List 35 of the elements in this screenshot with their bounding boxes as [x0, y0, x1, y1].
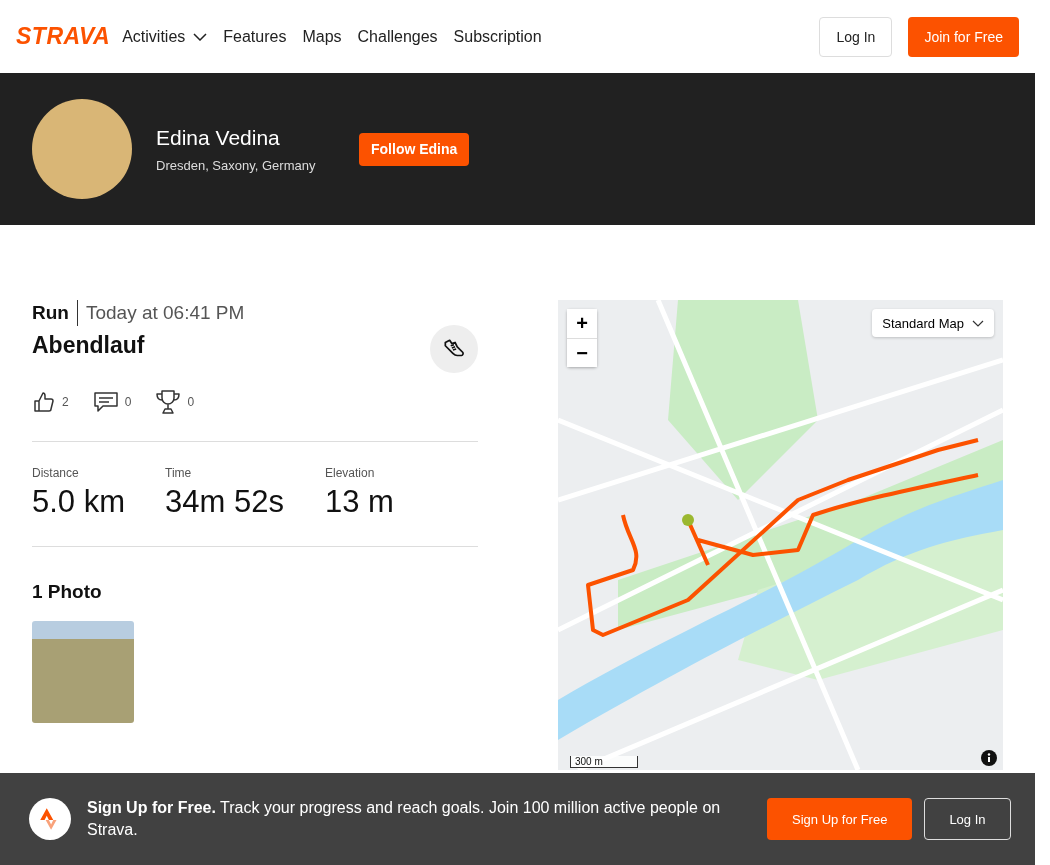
stat-value: 13 m: [325, 484, 394, 520]
comment-count: 0: [124, 395, 132, 409]
info-icon[interactable]: [981, 750, 997, 766]
activity-title: Abendlauf: [32, 332, 146, 359]
achievement-count: 0: [187, 395, 195, 409]
banner-message: Sign Up for Free. Track your progress and reach goals. Join 100 million active people on Strava.: [87, 798, 722, 840]
shoe-icon: [430, 325, 478, 373]
banner-login-button[interactable]: Log In: [924, 798, 1011, 840]
thumbs-up-icon[interactable]: [32, 390, 56, 414]
comment-icon[interactable]: [92, 390, 119, 414]
stat-label: Elevation: [325, 466, 376, 480]
chevron-down-icon: [972, 319, 984, 327]
kudos-count: 2: [62, 395, 69, 409]
stat-value: 5.0 km: [32, 484, 127, 520]
zoom-out-button[interactable]: −: [567, 338, 597, 367]
athlete-location: Dresden, Saxony, Germany: [156, 157, 317, 173]
nav-link[interactable]: Features: [223, 27, 287, 46]
trophy-icon[interactable]: [155, 389, 182, 415]
nav-link[interactable]: Subscription: [453, 27, 542, 46]
nav-link[interactable]: Challenges: [357, 27, 438, 46]
activity-time: Today at 06:41 PM: [85, 302, 245, 324]
photos-heading: 1 Photo: [32, 581, 103, 603]
stat-label: Distance: [32, 466, 80, 480]
map-scale: 300 m: [570, 756, 638, 768]
stat-value: 34m 52s: [165, 484, 285, 520]
map-style-dropdown[interactable]: Standard Map: [872, 309, 994, 337]
zoom-in-button[interactable]: +: [567, 309, 597, 338]
activity-type: Run: [32, 302, 69, 324]
stat-label: Time: [165, 466, 193, 480]
strava-logo-icon: [29, 798, 71, 840]
nav-link[interactable]: Activities: [122, 27, 208, 46]
chevron-down-icon: [193, 32, 208, 41]
athlete-name: Edina Vedina: [156, 125, 281, 150]
nav-link[interactable]: Maps: [302, 27, 342, 46]
login-button[interactable]: Log In: [819, 16, 893, 57]
